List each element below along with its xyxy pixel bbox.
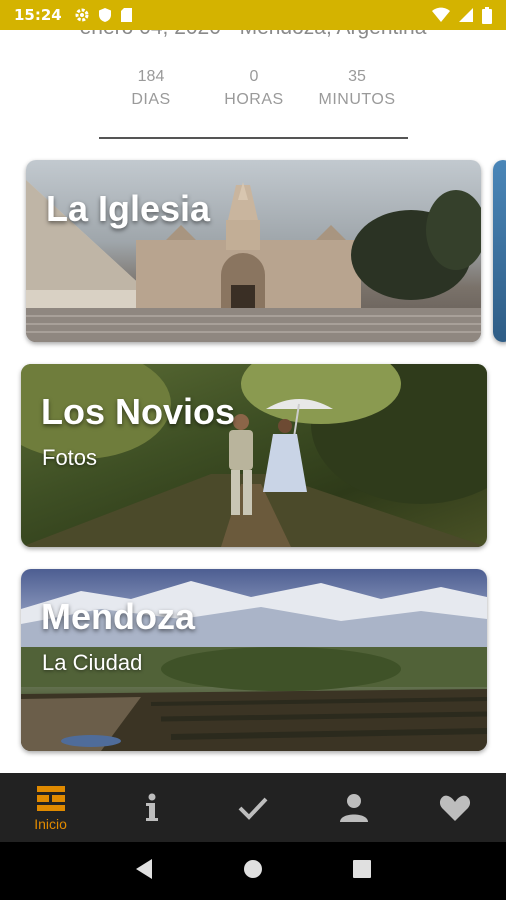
countdown-minutes-label: MINUTOS [318,91,396,108]
home-list-icon [35,784,67,814]
countdown-days-label: DIAS [131,91,171,108]
divider [99,137,408,139]
header-subtitle-container: enero 04, 2020 - Mendoza, Argentina [0,30,506,44]
card-mendoza[interactable]: Mendoza La Ciudad [21,569,487,751]
wifi-icon [432,7,450,23]
back-icon[interactable] [134,858,154,885]
nav-item-inicio-label: Inicio [34,815,67,832]
nav-item-info[interactable] [101,773,202,842]
heart-icon [439,793,471,823]
card-novios[interactable]: Los Novios Fotos [21,364,487,547]
countdown-hours-value: 0 [249,68,259,85]
header-subtitle: enero 04, 2020 - Mendoza, Argentina [0,30,506,40]
battery-icon [482,6,492,24]
card-mendoza-title: Mendoza [41,596,196,637]
countdown-minutes-value: 35 [348,68,366,85]
status-time: 15:24 [14,6,62,24]
nav-item-check[interactable] [202,773,303,842]
system-nav-bar [0,842,506,900]
status-bar: 15:24 [0,0,506,30]
recents-icon[interactable] [352,859,372,884]
card-iglesia-title: La Iglesia [46,188,211,229]
card-mendoza-subtitle: La Ciudad [42,650,143,675]
nav-item-heart[interactable] [405,773,506,842]
signal-icon [458,7,474,23]
person-icon [338,792,370,824]
countdown-hours-label: HORAS [224,91,284,108]
gear-icon [74,7,90,23]
card-novios-title: Los Novios [41,391,236,432]
card-iglesia[interactable]: La Iglesia [26,160,481,342]
countdown-minutes: 35 MINUTOS [312,66,402,112]
info-icon [144,793,160,823]
nav-item-person[interactable] [304,773,405,842]
countdown: 184 DIAS 0 HORAS 35 MINUTOS [0,66,506,116]
bottom-nav: Inicio [0,773,506,842]
countdown-days-value: 184 [137,68,165,85]
countdown-days: 184 DIAS [110,66,192,112]
card-novios-subtitle: Fotos [42,445,98,470]
sim-icon [120,7,133,23]
countdown-hours: 0 HORAS [212,66,296,112]
home-icon[interactable] [242,858,264,885]
check-icon [238,796,268,820]
card-peek-next[interactable] [493,160,506,342]
nav-item-inicio[interactable]: Inicio [0,773,101,842]
shield-icon [98,7,112,23]
